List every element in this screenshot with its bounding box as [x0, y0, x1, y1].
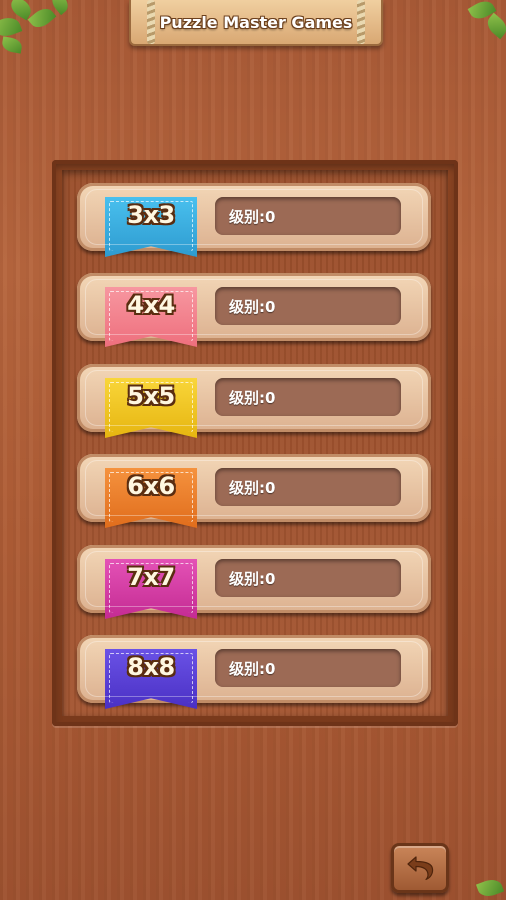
- level-status-text: 级别:0: [229, 297, 276, 316]
- size-tag: 7x7: [105, 559, 197, 619]
- size-tag: 6x6: [105, 468, 197, 528]
- level-status-box: 级别:0: [215, 559, 401, 597]
- page-title: Puzzle Master Games: [159, 12, 353, 32]
- size-label: 8x8: [127, 653, 175, 681]
- size-tag: 3x3: [105, 197, 197, 257]
- size-tag: 4x4: [105, 287, 197, 347]
- title-board: Puzzle Master Games: [129, 0, 383, 46]
- back-button[interactable]: [391, 843, 449, 893]
- level-status-text: 级别:0: [229, 207, 276, 226]
- level-status-text: 级别:0: [229, 478, 276, 497]
- size-tag: 8x8: [105, 649, 197, 709]
- level-status-box: 级别:0: [215, 378, 401, 416]
- size-label: 6x6: [127, 472, 175, 500]
- level-status-box: 级别:0: [215, 468, 401, 506]
- size-tag: 5x5: [105, 378, 197, 438]
- level-status-text: 级别:0: [229, 388, 276, 407]
- size-label: 4x4: [127, 291, 175, 319]
- level-status-box: 级别:0: [215, 197, 401, 235]
- size-label: 7x7: [127, 563, 175, 591]
- size-label: 5x5: [127, 382, 175, 410]
- level-status-box: 级别:0: [215, 287, 401, 325]
- level-row-4x4[interactable]: 4x4 级别:0: [77, 273, 431, 347]
- level-row-7x7[interactable]: 7x7 级别:0: [77, 545, 431, 619]
- level-row-3x3[interactable]: 3x3 级别:0: [77, 183, 431, 257]
- rope-right: [357, 0, 365, 44]
- undo-arrow-icon: [407, 856, 434, 881]
- rope-left: [147, 0, 155, 44]
- level-status-text: 级别:0: [229, 659, 276, 678]
- level-status-box: 级别:0: [215, 649, 401, 687]
- level-row-8x8[interactable]: 8x8 级别:0: [77, 635, 431, 709]
- size-label: 3x3: [127, 201, 175, 229]
- level-row-6x6[interactable]: 6x6 级别:0: [77, 454, 431, 528]
- level-row-5x5[interactable]: 5x5 级别:0: [77, 364, 431, 438]
- level-status-text: 级别:0: [229, 569, 276, 588]
